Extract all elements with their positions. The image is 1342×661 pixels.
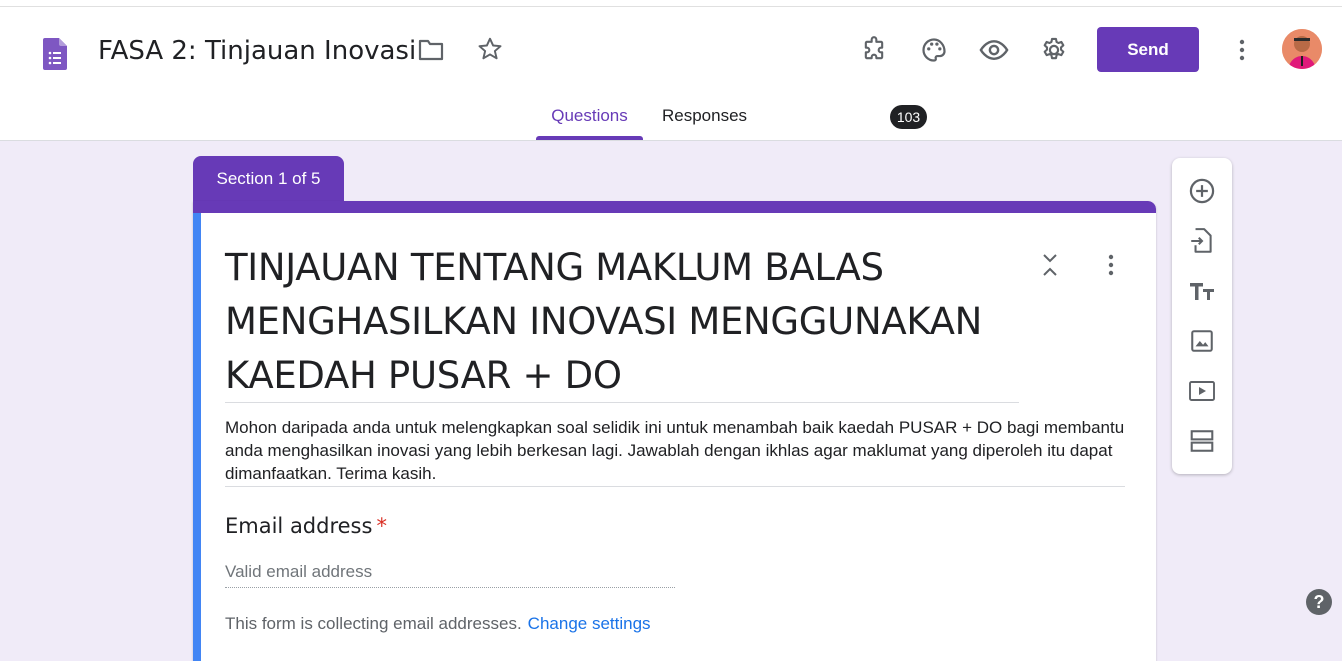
tab-questions[interactable]: Questions bbox=[536, 101, 643, 140]
settings-gear-icon[interactable] bbox=[1034, 30, 1074, 70]
collect-note-text: This form is collecting email addresses. bbox=[225, 614, 522, 633]
palette-icon[interactable] bbox=[914, 30, 954, 70]
send-button[interactable]: Send bbox=[1097, 27, 1199, 72]
forms-logo-icon[interactable] bbox=[43, 38, 67, 70]
required-asterisk: * bbox=[376, 514, 387, 538]
tab-responses-label: Responses bbox=[662, 106, 748, 125]
form-description[interactable]: Mohon daripada anda untuk melengkapkan s… bbox=[225, 416, 1125, 485]
avatar[interactable] bbox=[1282, 29, 1322, 69]
email-question-label: Email address * bbox=[225, 512, 387, 540]
star-icon[interactable] bbox=[470, 29, 510, 69]
tab-questions-label: Questions bbox=[551, 106, 628, 125]
floating-toolbar bbox=[1172, 158, 1232, 474]
preview-eye-icon[interactable] bbox=[974, 30, 1014, 70]
help-icon[interactable]: ? bbox=[1306, 589, 1332, 615]
add-section-icon[interactable] bbox=[1182, 421, 1222, 461]
change-settings-link[interactable]: Change settings bbox=[528, 614, 651, 633]
import-questions-icon[interactable] bbox=[1182, 221, 1222, 261]
browser-top-strip bbox=[0, 0, 1342, 7]
active-tab-indicator bbox=[536, 136, 643, 140]
description-underline bbox=[225, 486, 1125, 487]
add-title-icon[interactable] bbox=[1182, 271, 1222, 311]
email-label-text: Email address bbox=[225, 514, 373, 538]
responses-count-badge: 103 bbox=[890, 105, 927, 129]
collapse-section-icon[interactable] bbox=[1030, 245, 1070, 285]
card-focus-bar bbox=[193, 213, 201, 661]
section-indicator: Section 1 of 5 bbox=[193, 156, 344, 206]
email-collection-note: This form is collecting email addresses.… bbox=[225, 614, 651, 634]
form-document-title[interactable]: FASA 2: Tinjauan Inovasi bbox=[98, 34, 416, 68]
app-header: FASA 2: Tinjauan Inovasi Send Questions bbox=[0, 7, 1342, 141]
title-underline bbox=[225, 402, 1019, 403]
add-question-icon[interactable] bbox=[1182, 171, 1222, 211]
add-image-icon[interactable] bbox=[1182, 321, 1222, 361]
form-header-card[interactable]: TINJAUAN TENTANG MAKLUM BALAS MENGHASILK… bbox=[193, 201, 1156, 661]
more-vert-icon[interactable] bbox=[1222, 30, 1262, 70]
add-video-icon[interactable] bbox=[1182, 371, 1222, 411]
section-more-vert-icon[interactable] bbox=[1091, 245, 1131, 285]
form-title[interactable]: TINJAUAN TENTANG MAKLUM BALAS MENGHASILK… bbox=[225, 241, 1021, 403]
tab-responses[interactable]: Responses 103 bbox=[662, 101, 927, 139]
email-input[interactable] bbox=[225, 557, 675, 588]
card-accent-top bbox=[193, 201, 1156, 213]
folder-icon[interactable] bbox=[411, 30, 451, 70]
addon-icon[interactable] bbox=[854, 30, 894, 70]
